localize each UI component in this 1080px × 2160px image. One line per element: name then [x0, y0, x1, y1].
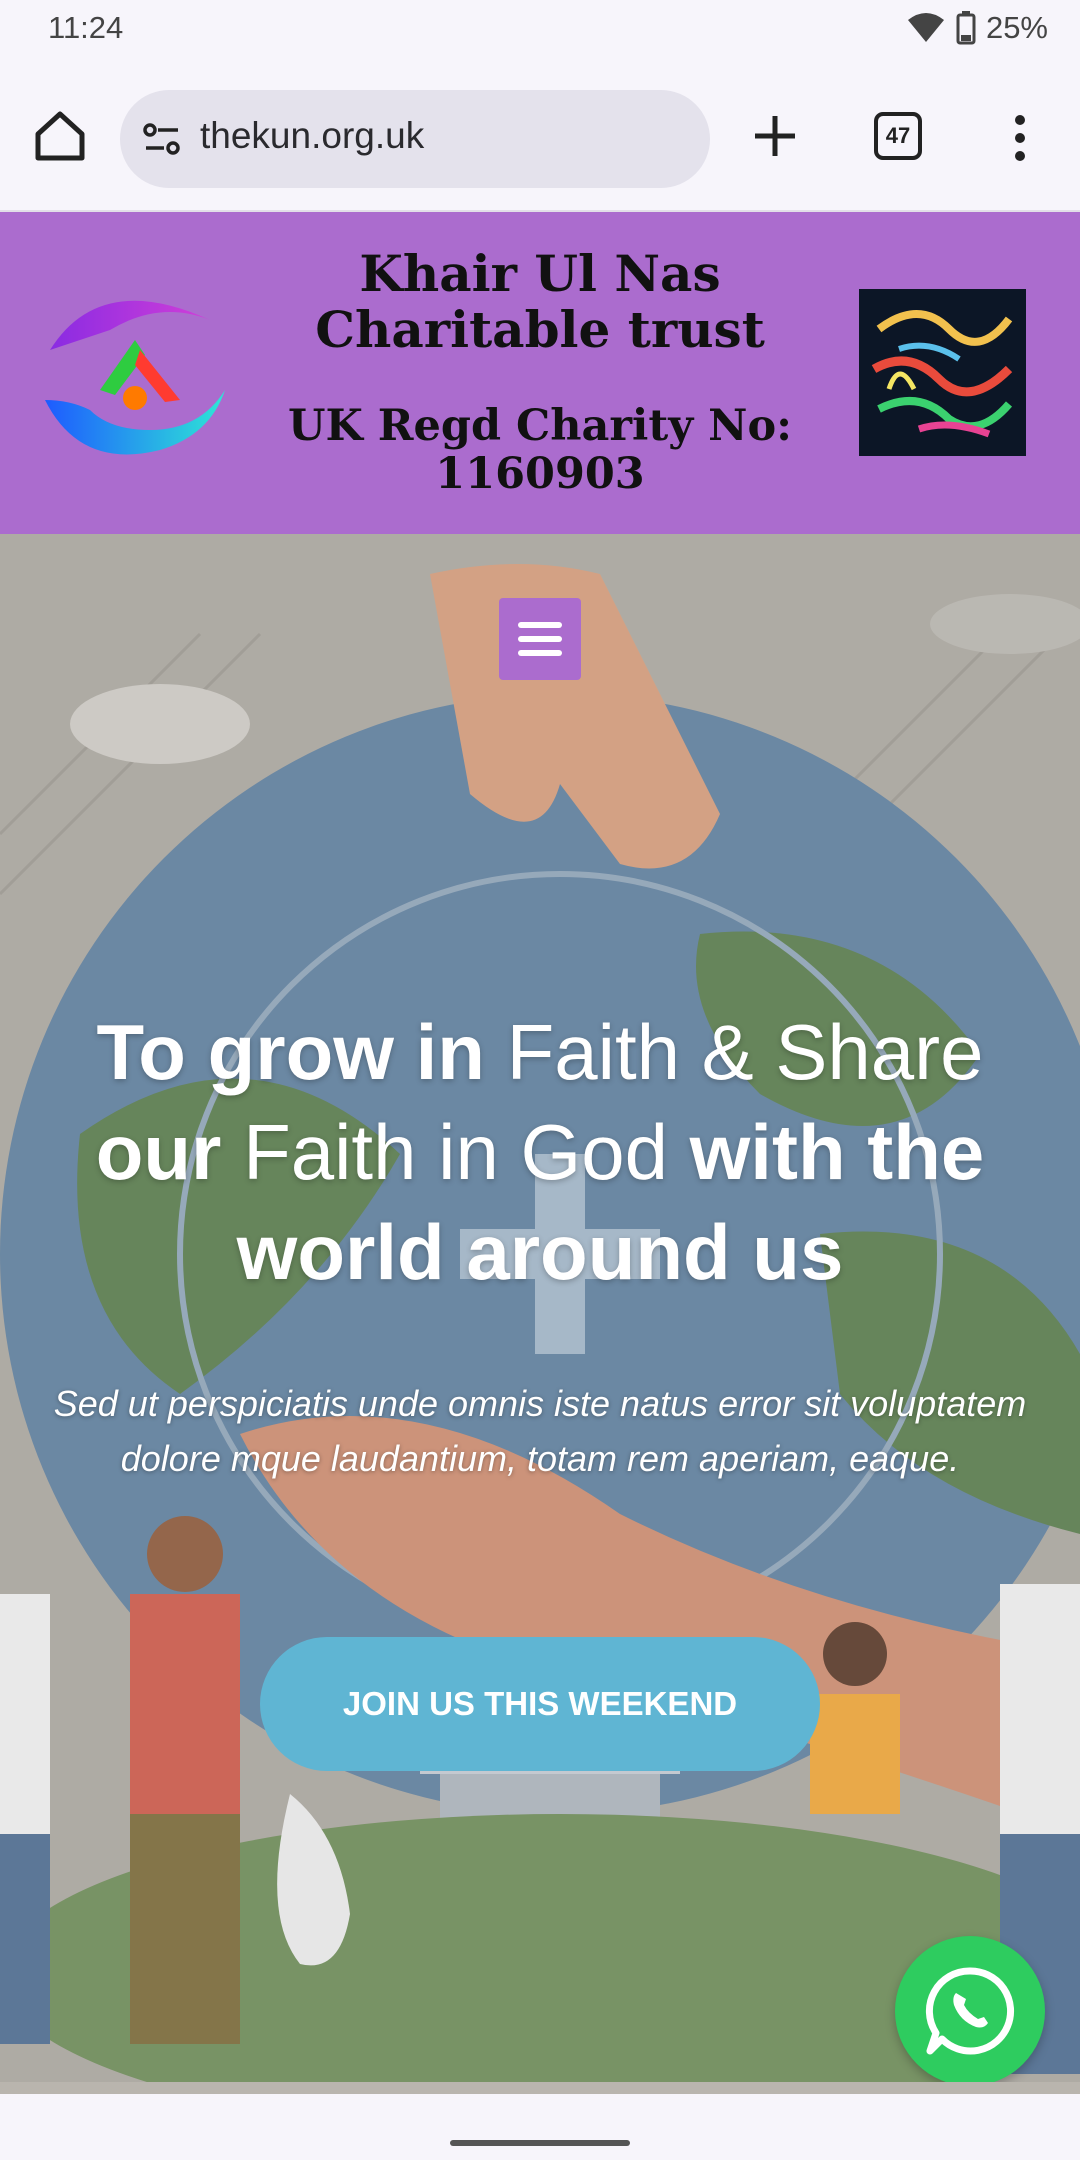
more-vert-icon[interactable] [1000, 110, 1040, 166]
hero-illustration [0, 534, 1080, 2082]
join-us-button[interactable]: JOIN US THIS WEEKEND [260, 1637, 820, 1771]
headline-part: Faith in God [243, 1108, 690, 1196]
page-bottom-strip [0, 2082, 1080, 2094]
battery-level: 25% [985, 10, 1048, 45]
headline-part: To grow in [96, 1008, 507, 1096]
home-icon[interactable] [30, 106, 90, 166]
headline-part: our [95, 1108, 244, 1196]
hero-section: To grow in Faith & Share our Faith in Go… [0, 534, 1080, 2082]
hero-headline: To grow in Faith & Share our Faith in Go… [20, 1002, 1060, 1302]
status-time: 11:24 [48, 10, 124, 45]
calligraphy-image [859, 289, 1026, 456]
browser-toolbar: thekun.org.uk 47 [0, 58, 1080, 212]
gesture-handle[interactable] [450, 2140, 630, 2146]
status-indicators: 25% [906, 8, 1048, 48]
headline-part: with the [689, 1108, 985, 1196]
menu-icon[interactable] [499, 598, 581, 680]
plus-icon[interactable] [745, 106, 805, 166]
whatsapp-icon [925, 1967, 1015, 2055]
battery-icon [956, 11, 976, 45]
headline-part: world around us [236, 1208, 844, 1296]
hero-subtext: Sed ut perspiciatis unde omnis iste natu… [53, 1383, 1027, 1479]
url-bar[interactable]: thekun.org.uk [120, 90, 710, 188]
charity-logo[interactable] [40, 280, 230, 470]
wifi-icon [907, 13, 944, 42]
site-header: Khair Ul Nas Charitable trust UK Regd Ch… [0, 212, 1080, 534]
site-title: Khair Ul Nas Charitable trust [315, 244, 765, 359]
site-settings-icon[interactable] [140, 118, 184, 162]
whatsapp-button[interactable] [895, 1936, 1045, 2082]
headline-part: Faith & Share [506, 1008, 984, 1096]
charity-registration: UK Regd Charity No: 1160903 [287, 401, 793, 499]
tabs-icon[interactable]: 47 [874, 112, 922, 160]
url-text[interactable]: thekun.org.uk [200, 115, 424, 157]
gesture-nav-bar [0, 2094, 1080, 2160]
status-bar: 11:24 25% [0, 0, 1080, 58]
